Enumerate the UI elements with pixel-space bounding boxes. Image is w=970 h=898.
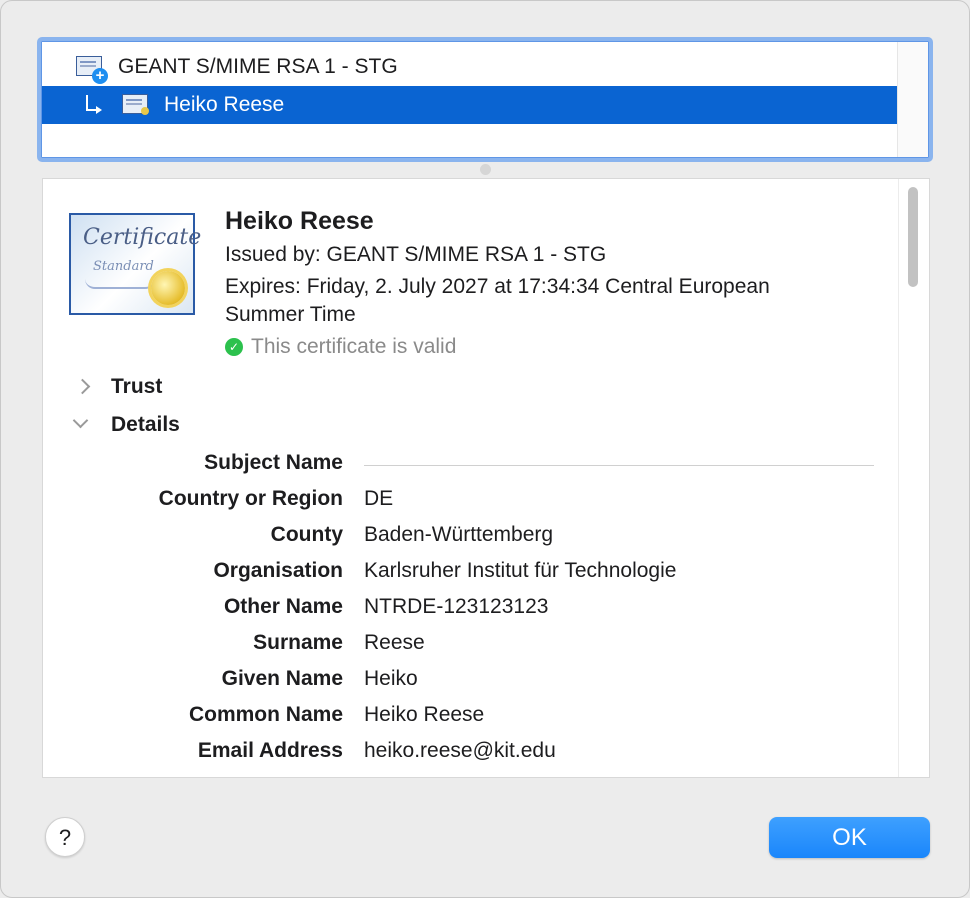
detail-row: Country or Region DE — [43, 487, 903, 517]
certificate-icon — [122, 94, 150, 116]
issued-by: Issued by: GEANT S/MIME RSA 1 - STG — [225, 243, 607, 266]
detail-row: County Baden-Württemberg — [43, 523, 903, 553]
help-button[interactable]: ? — [45, 817, 85, 857]
certificate-authority-icon: + — [76, 56, 108, 84]
detail-label: Given Name — [221, 667, 343, 690]
detail-label: Surname — [253, 631, 343, 654]
chain-scrollbar[interactable] — [897, 42, 928, 157]
detail-row: Given Name Heiko — [43, 667, 903, 697]
certificate-image-subtitle: Standard — [93, 259, 154, 274]
validity-status: ✓ This certificate is valid — [225, 335, 456, 359]
chain-item-leaf[interactable]: Heiko Reese — [42, 86, 898, 124]
certificate-dialog: + GEANT S/MIME RSA 1 - STG Heiko Reese C… — [0, 0, 970, 898]
subject-name-label: Subject Name — [204, 451, 343, 474]
detail-value: Heiko Reese — [364, 703, 485, 726]
chain-item-issuer[interactable]: + GEANT S/MIME RSA 1 - STG — [42, 48, 898, 86]
detail-value: Reese — [364, 631, 425, 654]
detail-label: Other Name — [223, 595, 343, 618]
detail-row: Email Address heiko.reese@kit.edu — [43, 739, 903, 769]
ok-button[interactable]: OK — [769, 817, 930, 858]
trust-label: Trust — [111, 375, 163, 398]
chain-item-label: GEANT S/MIME RSA 1 - STG — [118, 55, 398, 78]
scrollbar-thumb[interactable] — [908, 187, 918, 287]
details-scrollbar[interactable] — [898, 179, 929, 777]
detail-value: NTRDE-123123123 — [364, 595, 549, 618]
detail-row: Common Name Heiko Reese — [43, 703, 903, 733]
chain-list-border: + GEANT S/MIME RSA 1 - STG Heiko Reese — [41, 41, 929, 158]
detail-label: Country or Region — [158, 487, 343, 510]
detail-value: Karlsruher Institut für Technologie — [364, 559, 677, 582]
detail-row: Surname Reese — [43, 631, 903, 661]
certificate-details-panel[interactable]: Certificate Standard Heiko Reese Issued … — [42, 178, 930, 778]
certificate-name: Heiko Reese — [225, 207, 374, 235]
separator — [364, 465, 874, 466]
detail-label: Organisation — [213, 559, 343, 582]
subject-name-header: Subject Name — [43, 451, 903, 481]
detail-value: Heiko — [364, 667, 418, 690]
details-label: Details — [111, 413, 180, 436]
detail-value: Baden-Württemberg — [364, 523, 554, 546]
detail-row: Other Name NTRDE-123123123 — [43, 595, 903, 625]
detail-label: Email Address — [197, 739, 343, 762]
detail-value: heiko.reese@kit.edu — [364, 739, 556, 762]
split-view-handle[interactable] — [480, 164, 491, 175]
detail-label: County — [270, 523, 343, 546]
certificate-large-icon: Certificate Standard — [69, 213, 201, 315]
validity-text: This certificate is valid — [251, 335, 457, 358]
detail-label: Common Name — [188, 703, 343, 726]
child-arrow-icon — [82, 95, 102, 115]
chevron-right-icon[interactable] — [69, 377, 99, 397]
detail-row: Organisation Karlsruher Institut für Tec… — [43, 559, 903, 589]
chain-item-label: Heiko Reese — [164, 93, 285, 116]
certificate-chain-list[interactable]: + GEANT S/MIME RSA 1 - STG Heiko Reese — [37, 37, 933, 162]
checkmark-icon: ✓ — [225, 338, 243, 356]
detail-value: DE — [364, 487, 394, 510]
chevron-down-icon[interactable] — [69, 415, 99, 435]
details-disclosure[interactable]: Details — [69, 413, 180, 437]
expires-line-2: Summer Time — [225, 303, 356, 326]
trust-disclosure[interactable]: Trust — [69, 375, 162, 399]
certificate-image-title: Certificate — [83, 225, 202, 250]
expires-line-1: Expires: Friday, 2. July 2027 at 17:34:3… — [225, 275, 770, 298]
